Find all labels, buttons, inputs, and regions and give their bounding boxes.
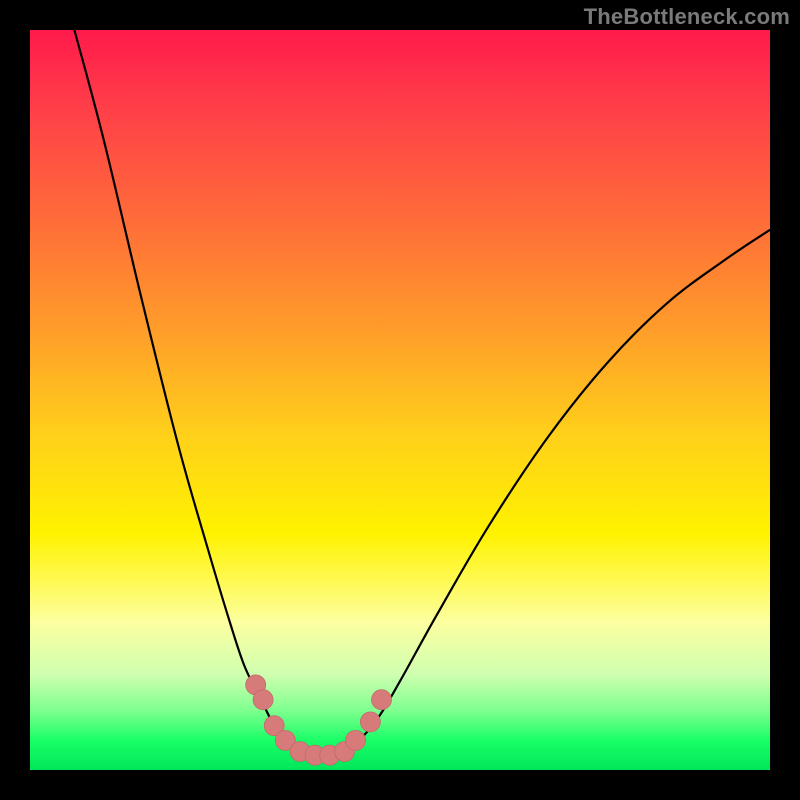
data-marker [360, 712, 380, 732]
marker-group [246, 675, 392, 765]
plot-area [30, 30, 770, 770]
data-marker [346, 730, 366, 750]
right-curve [341, 230, 770, 755]
data-marker [253, 690, 273, 710]
left-curve [74, 30, 303, 755]
watermark-text: TheBottleneck.com [584, 4, 790, 30]
data-marker [372, 690, 392, 710]
outer-frame: TheBottleneck.com [0, 0, 800, 800]
chart-svg [30, 30, 770, 770]
